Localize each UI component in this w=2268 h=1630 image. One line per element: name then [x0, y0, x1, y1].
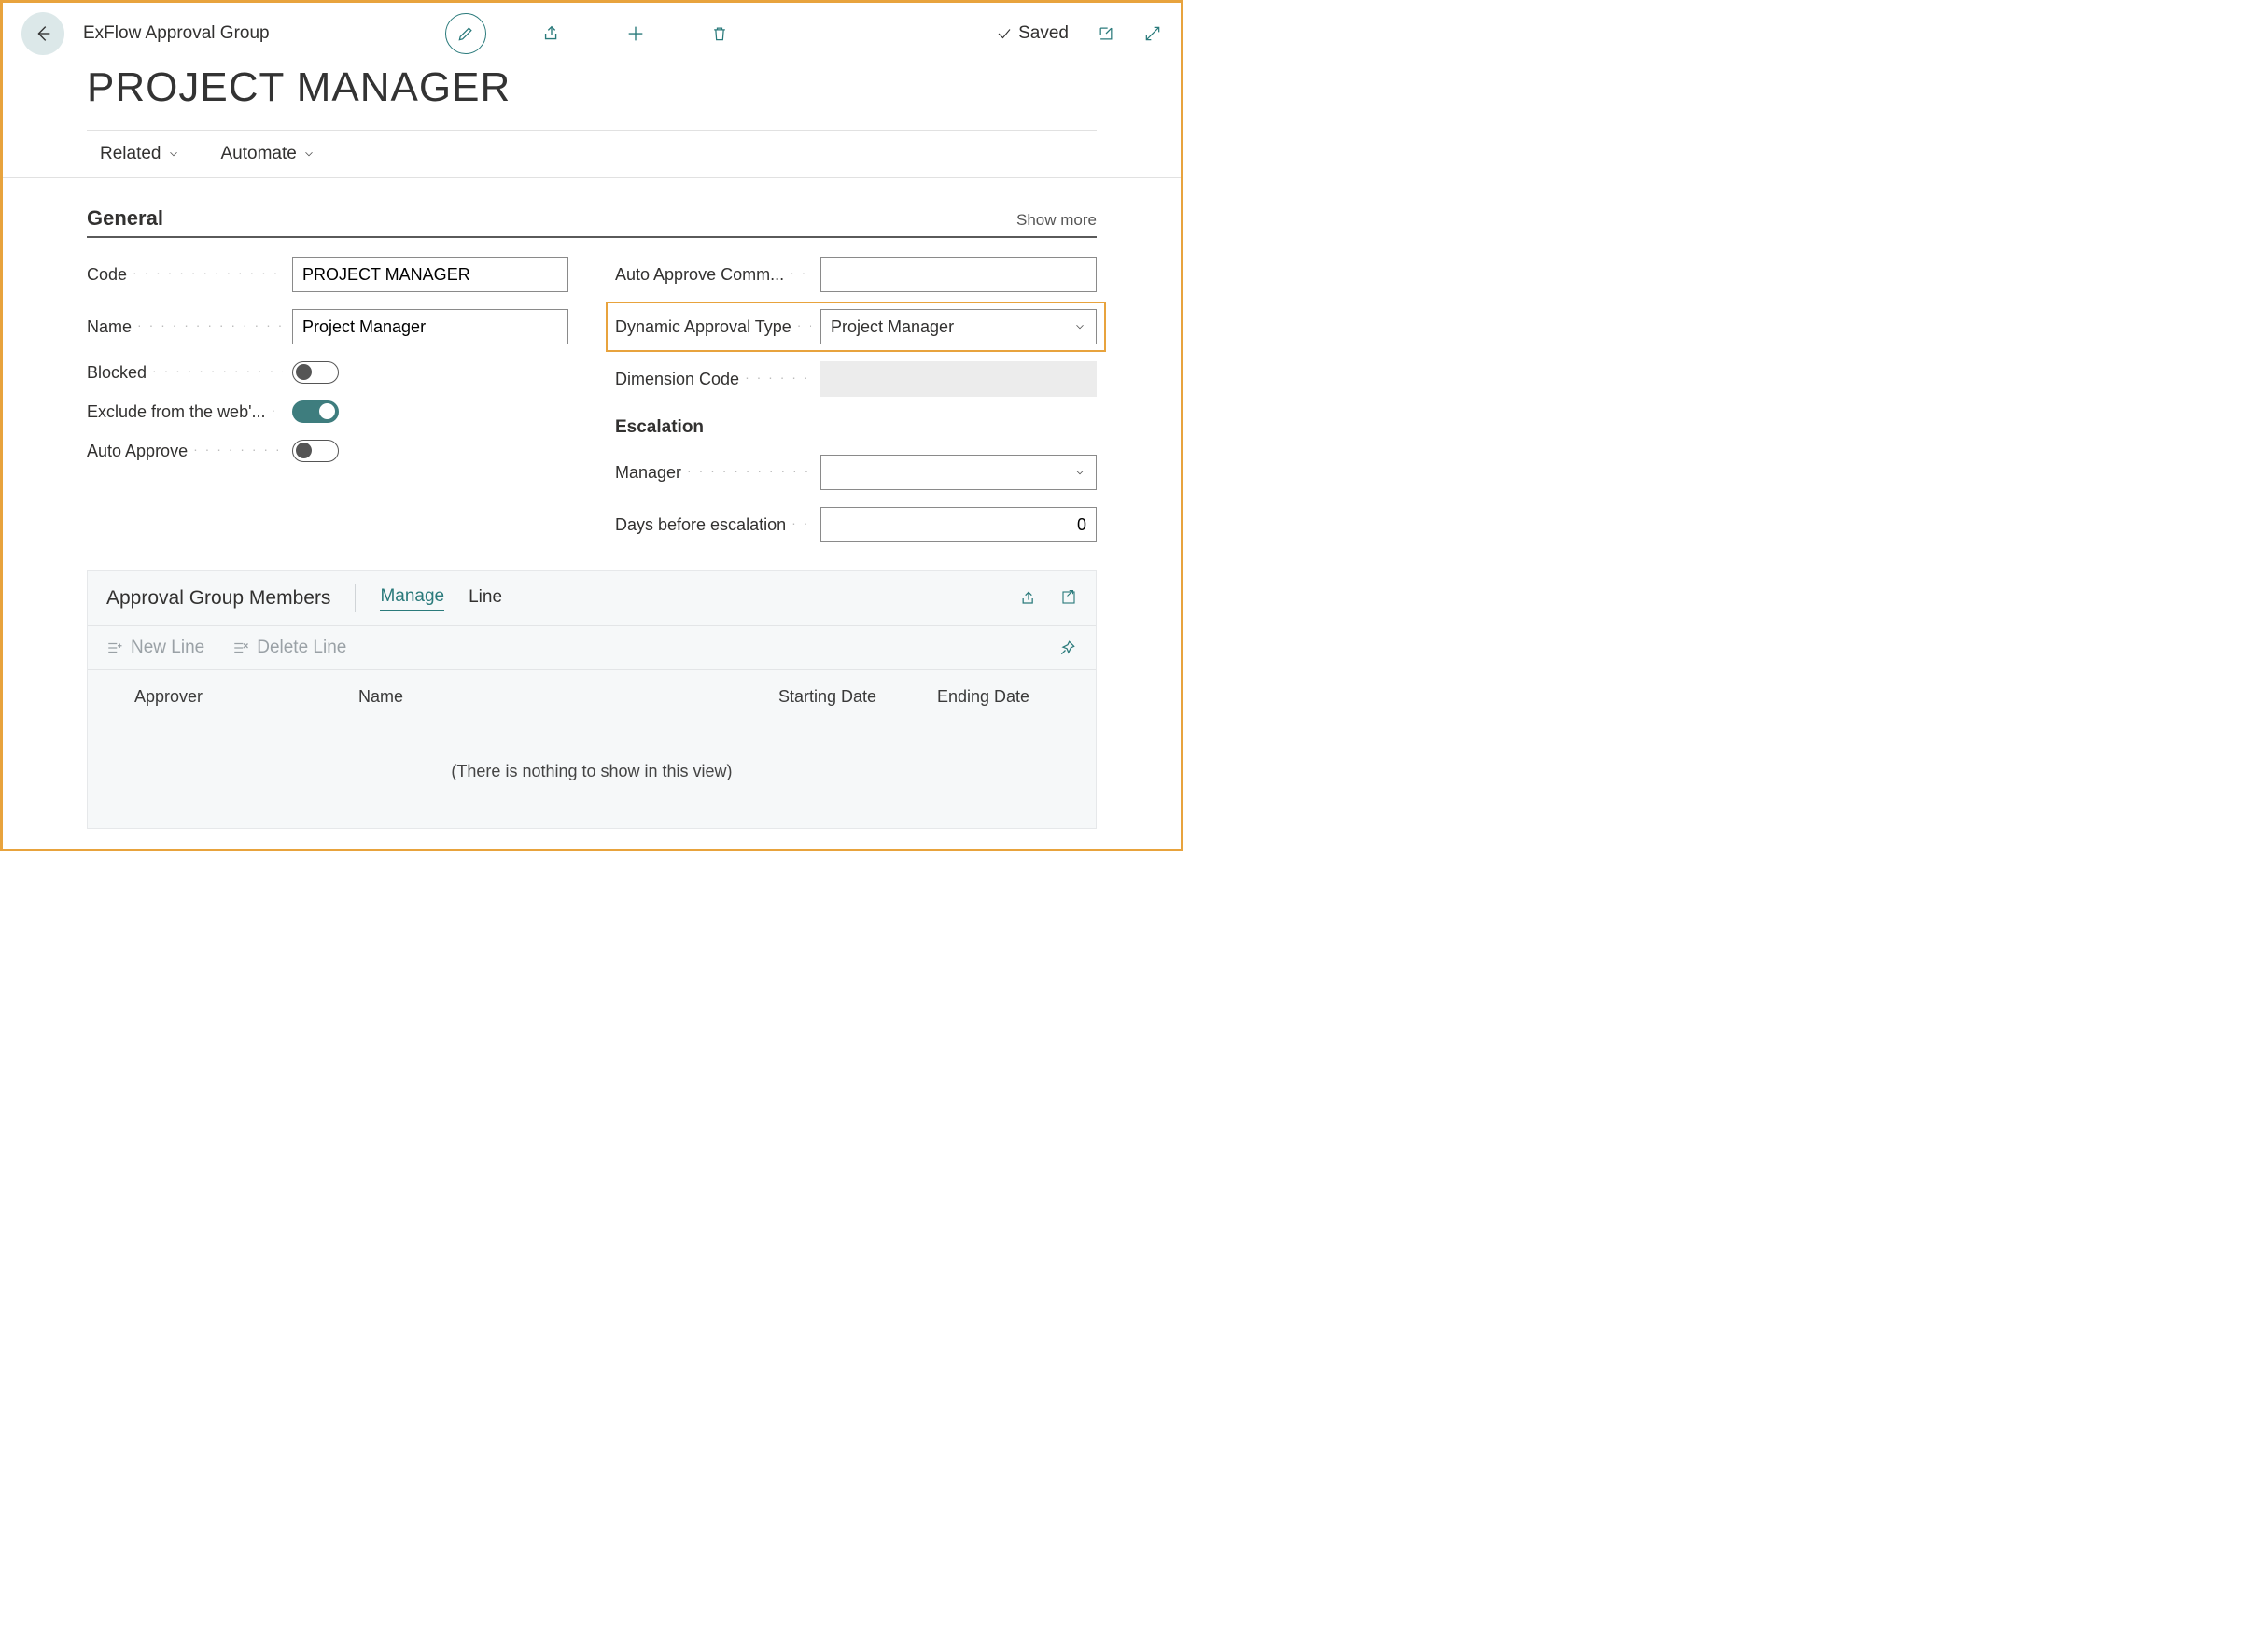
days-before-escalation-label: Days before escalation — [615, 515, 811, 535]
popout-button[interactable] — [1097, 24, 1115, 43]
card-popout-button[interactable] — [1060, 589, 1077, 608]
members-card-title: Approval Group Members — [106, 587, 330, 610]
new-line-button[interactable]: New Line — [106, 638, 204, 658]
edit-button[interactable] — [445, 13, 486, 54]
share-icon — [1019, 589, 1038, 608]
delete-line-icon — [232, 639, 249, 656]
manager-label: Manager — [615, 463, 811, 483]
col-starting-date[interactable]: Starting Date — [778, 687, 937, 707]
page-title: PROJECT MANAGER — [3, 55, 1181, 130]
members-card: Approval Group Members Manage Line New L… — [87, 570, 1097, 829]
menu-related[interactable]: Related — [100, 144, 180, 164]
back-button[interactable] — [21, 12, 64, 55]
card-share-button[interactable] — [1019, 589, 1038, 608]
auto-approve-toggle[interactable] — [292, 440, 339, 462]
arrow-left-icon — [33, 23, 53, 44]
saved-indicator: Saved — [996, 23, 1069, 44]
dynamic-approval-highlight: Dynamic Approval Type Project Manager — [606, 302, 1106, 352]
blocked-toggle[interactable] — [292, 361, 339, 384]
dynamic-approval-type-label: Dynamic Approval Type — [615, 317, 811, 337]
delete-line-label: Delete Line — [257, 638, 346, 658]
saved-label: Saved — [1018, 23, 1069, 44]
menu-related-label: Related — [100, 144, 161, 164]
escalation-heading: Escalation — [615, 417, 1097, 438]
name-label: Name — [87, 317, 283, 337]
dynamic-approval-type-value: Project Manager — [831, 317, 954, 337]
col-ending-date[interactable]: Ending Date — [937, 687, 1077, 707]
menu-automate-label: Automate — [221, 144, 297, 164]
chevron-down-icon — [302, 148, 315, 161]
code-input[interactable] — [292, 257, 568, 292]
exclude-web-label: Exclude from the web'... — [87, 402, 283, 422]
chevron-down-icon — [167, 148, 180, 161]
menu-automate[interactable]: Automate — [221, 144, 315, 164]
auto-approve-label: Auto Approve — [87, 442, 283, 461]
breadcrumb: ExFlow Approval Group — [83, 23, 270, 44]
chevron-down-icon — [1073, 320, 1086, 333]
auto-approve-comm-input[interactable] — [820, 257, 1097, 292]
separator — [355, 584, 356, 612]
tab-manage[interactable]: Manage — [380, 586, 444, 611]
pin-icon — [1058, 639, 1077, 657]
delete-line-button[interactable]: Delete Line — [232, 638, 346, 658]
new-line-label: New Line — [131, 638, 204, 658]
col-name[interactable]: Name — [358, 687, 666, 707]
expand-button[interactable] — [1143, 24, 1162, 43]
blocked-label: Blocked — [87, 363, 283, 383]
manager-select[interactable] — [820, 455, 1097, 490]
empty-state: (There is nothing to show in this view) — [88, 724, 1096, 828]
share-button[interactable] — [533, 15, 570, 52]
code-label: Code — [87, 265, 283, 285]
new-button[interactable] — [617, 15, 654, 52]
tab-line[interactable]: Line — [469, 587, 502, 611]
name-input[interactable] — [292, 309, 568, 344]
plus-icon — [625, 23, 646, 44]
chevron-down-icon — [1073, 466, 1086, 479]
dimension-code-label: Dimension Code — [615, 370, 811, 389]
trash-icon — [710, 23, 729, 44]
delete-button[interactable] — [701, 15, 738, 52]
exclude-web-toggle[interactable] — [292, 400, 339, 423]
pin-button[interactable] — [1058, 639, 1077, 657]
dimension-code-field — [820, 361, 1097, 397]
check-icon — [996, 25, 1013, 42]
auto-approve-comm-label: Auto Approve Comm... — [615, 265, 811, 285]
pencil-icon — [456, 24, 475, 43]
share-icon — [541, 23, 562, 44]
days-before-escalation-input[interactable] — [820, 507, 1097, 542]
show-more-link[interactable]: Show more — [1016, 211, 1097, 230]
popout-icon — [1097, 24, 1115, 43]
table-header-row: Approver Name Starting Date Ending Date — [88, 670, 1096, 724]
col-approver[interactable]: Approver — [134, 687, 358, 707]
section-general-title: General — [87, 206, 163, 231]
dynamic-approval-type-select[interactable]: Project Manager — [820, 309, 1097, 344]
popout-icon — [1060, 589, 1077, 606]
expand-icon — [1143, 24, 1162, 43]
new-line-icon — [106, 639, 123, 656]
